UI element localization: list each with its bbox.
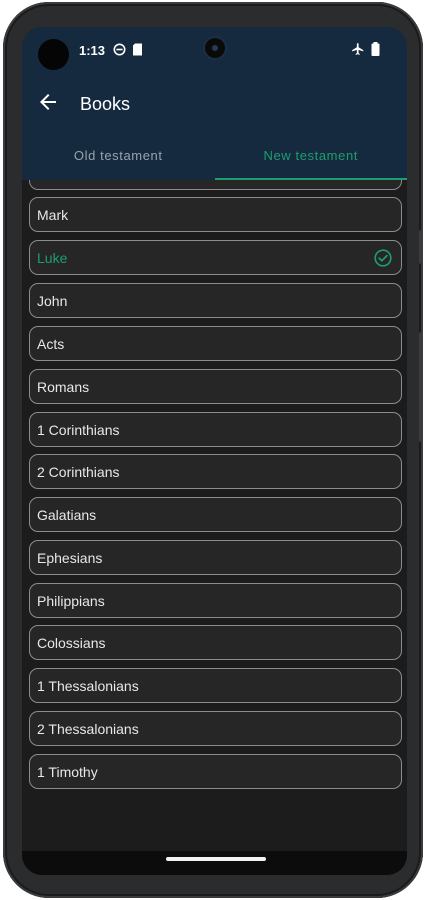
book-item-mark[interactable]: Mark xyxy=(29,197,402,232)
app-bar: Books xyxy=(22,74,407,130)
book-item-1-timothy[interactable]: 1 Timothy xyxy=(29,754,402,789)
book-label: John xyxy=(37,292,68,309)
book-label: 1 Corinthians xyxy=(37,421,120,438)
tab-label: New testament xyxy=(263,147,358,163)
status-time: 1:13 xyxy=(79,43,106,58)
book-item-ephesians[interactable]: Ephesians xyxy=(29,540,402,575)
sd-card-icon xyxy=(132,43,143,61)
book-list[interactable]: Mark Luke John Acts Romans 1 Corinthians xyxy=(22,180,407,790)
book-item-2-thessalonians[interactable]: 2 Thessalonians xyxy=(29,711,402,746)
tab-label: Old testament xyxy=(73,147,163,163)
check-circle-icon xyxy=(374,249,392,267)
book-item-philippians[interactable]: Philippians xyxy=(29,583,402,618)
book-label: 1 Thessalonians xyxy=(37,677,139,694)
book-label: 1 Timothy xyxy=(37,763,98,780)
book-item-1-corinthians[interactable]: 1 Corinthians xyxy=(29,412,402,447)
book-label: Luke xyxy=(37,249,68,266)
tab-old-testament[interactable]: Old testament xyxy=(22,130,215,180)
airplane-mode-icon xyxy=(351,42,365,61)
tab-new-testament[interactable]: New testament xyxy=(214,130,407,180)
volume-button xyxy=(419,230,423,264)
battery-icon xyxy=(371,42,380,61)
book-item-matthew[interactable] xyxy=(29,180,402,190)
page-title: Books xyxy=(80,94,131,114)
home-gesture-handle[interactable] xyxy=(166,857,266,861)
book-label: Acts xyxy=(37,335,65,352)
book-label: Romans xyxy=(37,378,90,395)
book-item-romans[interactable]: Romans xyxy=(29,369,402,404)
book-item-john[interactable]: John xyxy=(29,283,402,318)
book-label: Colossians xyxy=(37,634,106,651)
phone-frame: 1:13 Books Old testament New testament M… xyxy=(3,2,423,898)
book-label: 2 Thessalonians xyxy=(37,720,139,737)
camera-dot xyxy=(38,39,69,70)
book-item-galatians[interactable]: Galatians xyxy=(29,497,402,532)
book-label: Philippians xyxy=(37,592,105,609)
power-button xyxy=(419,332,423,442)
book-item-2-corinthians[interactable]: 2 Corinthians xyxy=(29,454,402,489)
status-bar: 1:13 xyxy=(22,27,407,74)
testament-tabs: Old testament New testament xyxy=(22,130,407,180)
book-label: Galatians xyxy=(37,506,97,523)
front-camera xyxy=(205,38,225,58)
phone-screen: 1:13 Books Old testament New testament M… xyxy=(22,27,407,875)
book-item-1-thessalonians[interactable]: 1 Thessalonians xyxy=(29,668,402,703)
book-item-colossians[interactable]: Colossians xyxy=(29,625,402,660)
book-label: Mark xyxy=(37,206,69,223)
do-not-disturb-icon xyxy=(113,43,126,61)
navigation-bar xyxy=(22,851,407,875)
book-label: 2 Corinthians xyxy=(37,463,120,480)
book-item-acts[interactable]: Acts xyxy=(29,326,402,361)
book-label: Ephesians xyxy=(37,549,103,566)
arrow-back-icon[interactable] xyxy=(36,90,60,114)
book-item-luke[interactable]: Luke xyxy=(29,240,402,275)
